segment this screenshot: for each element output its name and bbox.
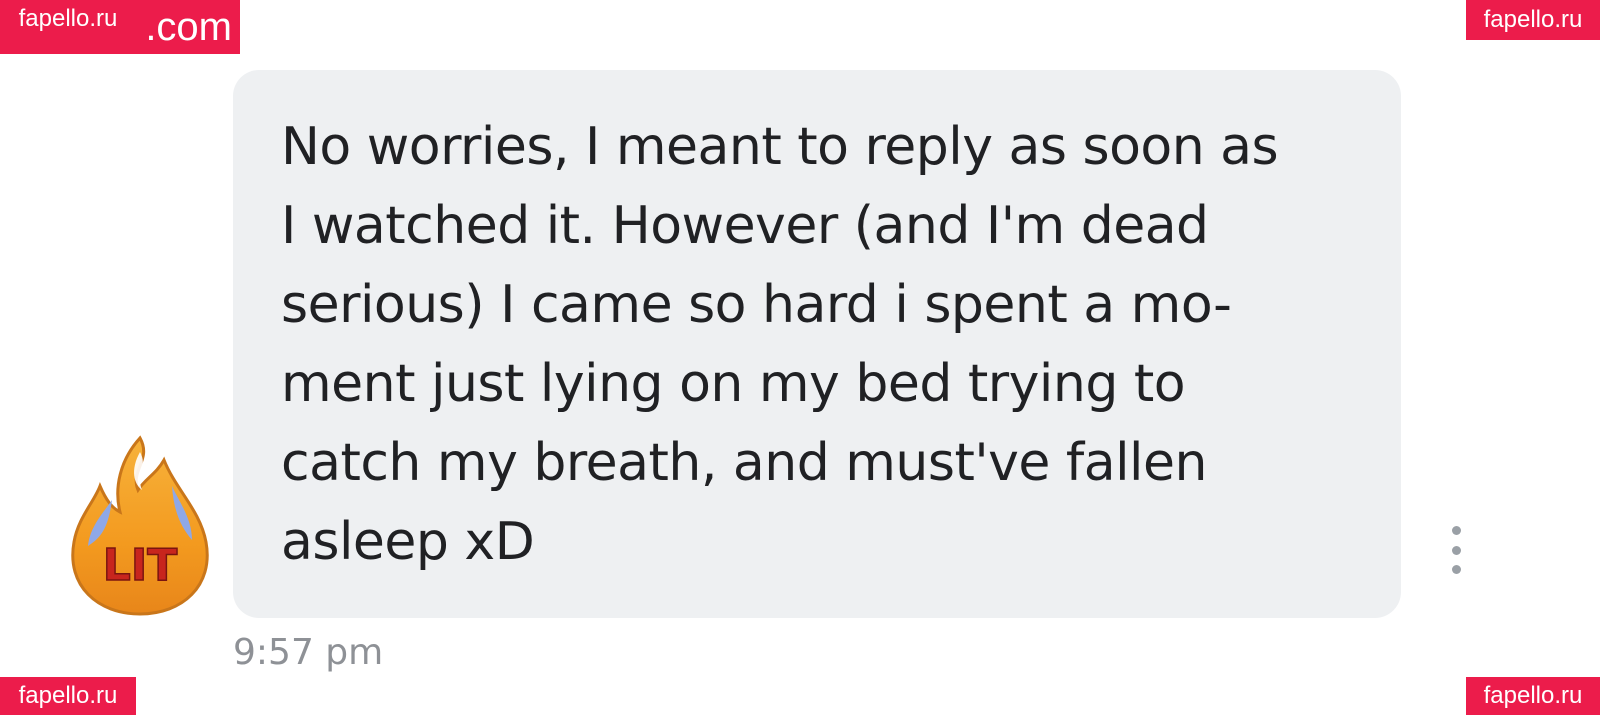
watermark-top-right-text: fapello.ru (1483, 6, 1583, 33)
message-timestamp: 9:57 pm (233, 632, 384, 673)
message-bubble[interactable]: No worries, I meant to reply as soon as … (233, 70, 1401, 618)
watermark-top-right: fapello.ru (1466, 0, 1600, 40)
watermark-bottom-left-text: fapello.ru (18, 682, 118, 709)
watermark-top-left-large-text: .com (145, 5, 232, 49)
watermark-top-left-small-text: fapello.ru (18, 5, 118, 32)
watermark-top-left-small: fapello.ru (0, 0, 136, 38)
watermark-top-left: .com fapello.ru (0, 0, 240, 54)
watermark-bottom-right-text: fapello.ru (1483, 682, 1583, 709)
message-text: No worries, I meant to reply as soon as … (281, 117, 1279, 572)
sticker-label: LIT (103, 540, 177, 591)
watermark-bottom-left: fapello.ru (0, 677, 136, 715)
watermark-bottom-right: fapello.ru (1466, 677, 1600, 715)
fire-lit-sticker-icon: LIT (71, 435, 209, 616)
more-vertical-icon[interactable] (1449, 526, 1463, 574)
